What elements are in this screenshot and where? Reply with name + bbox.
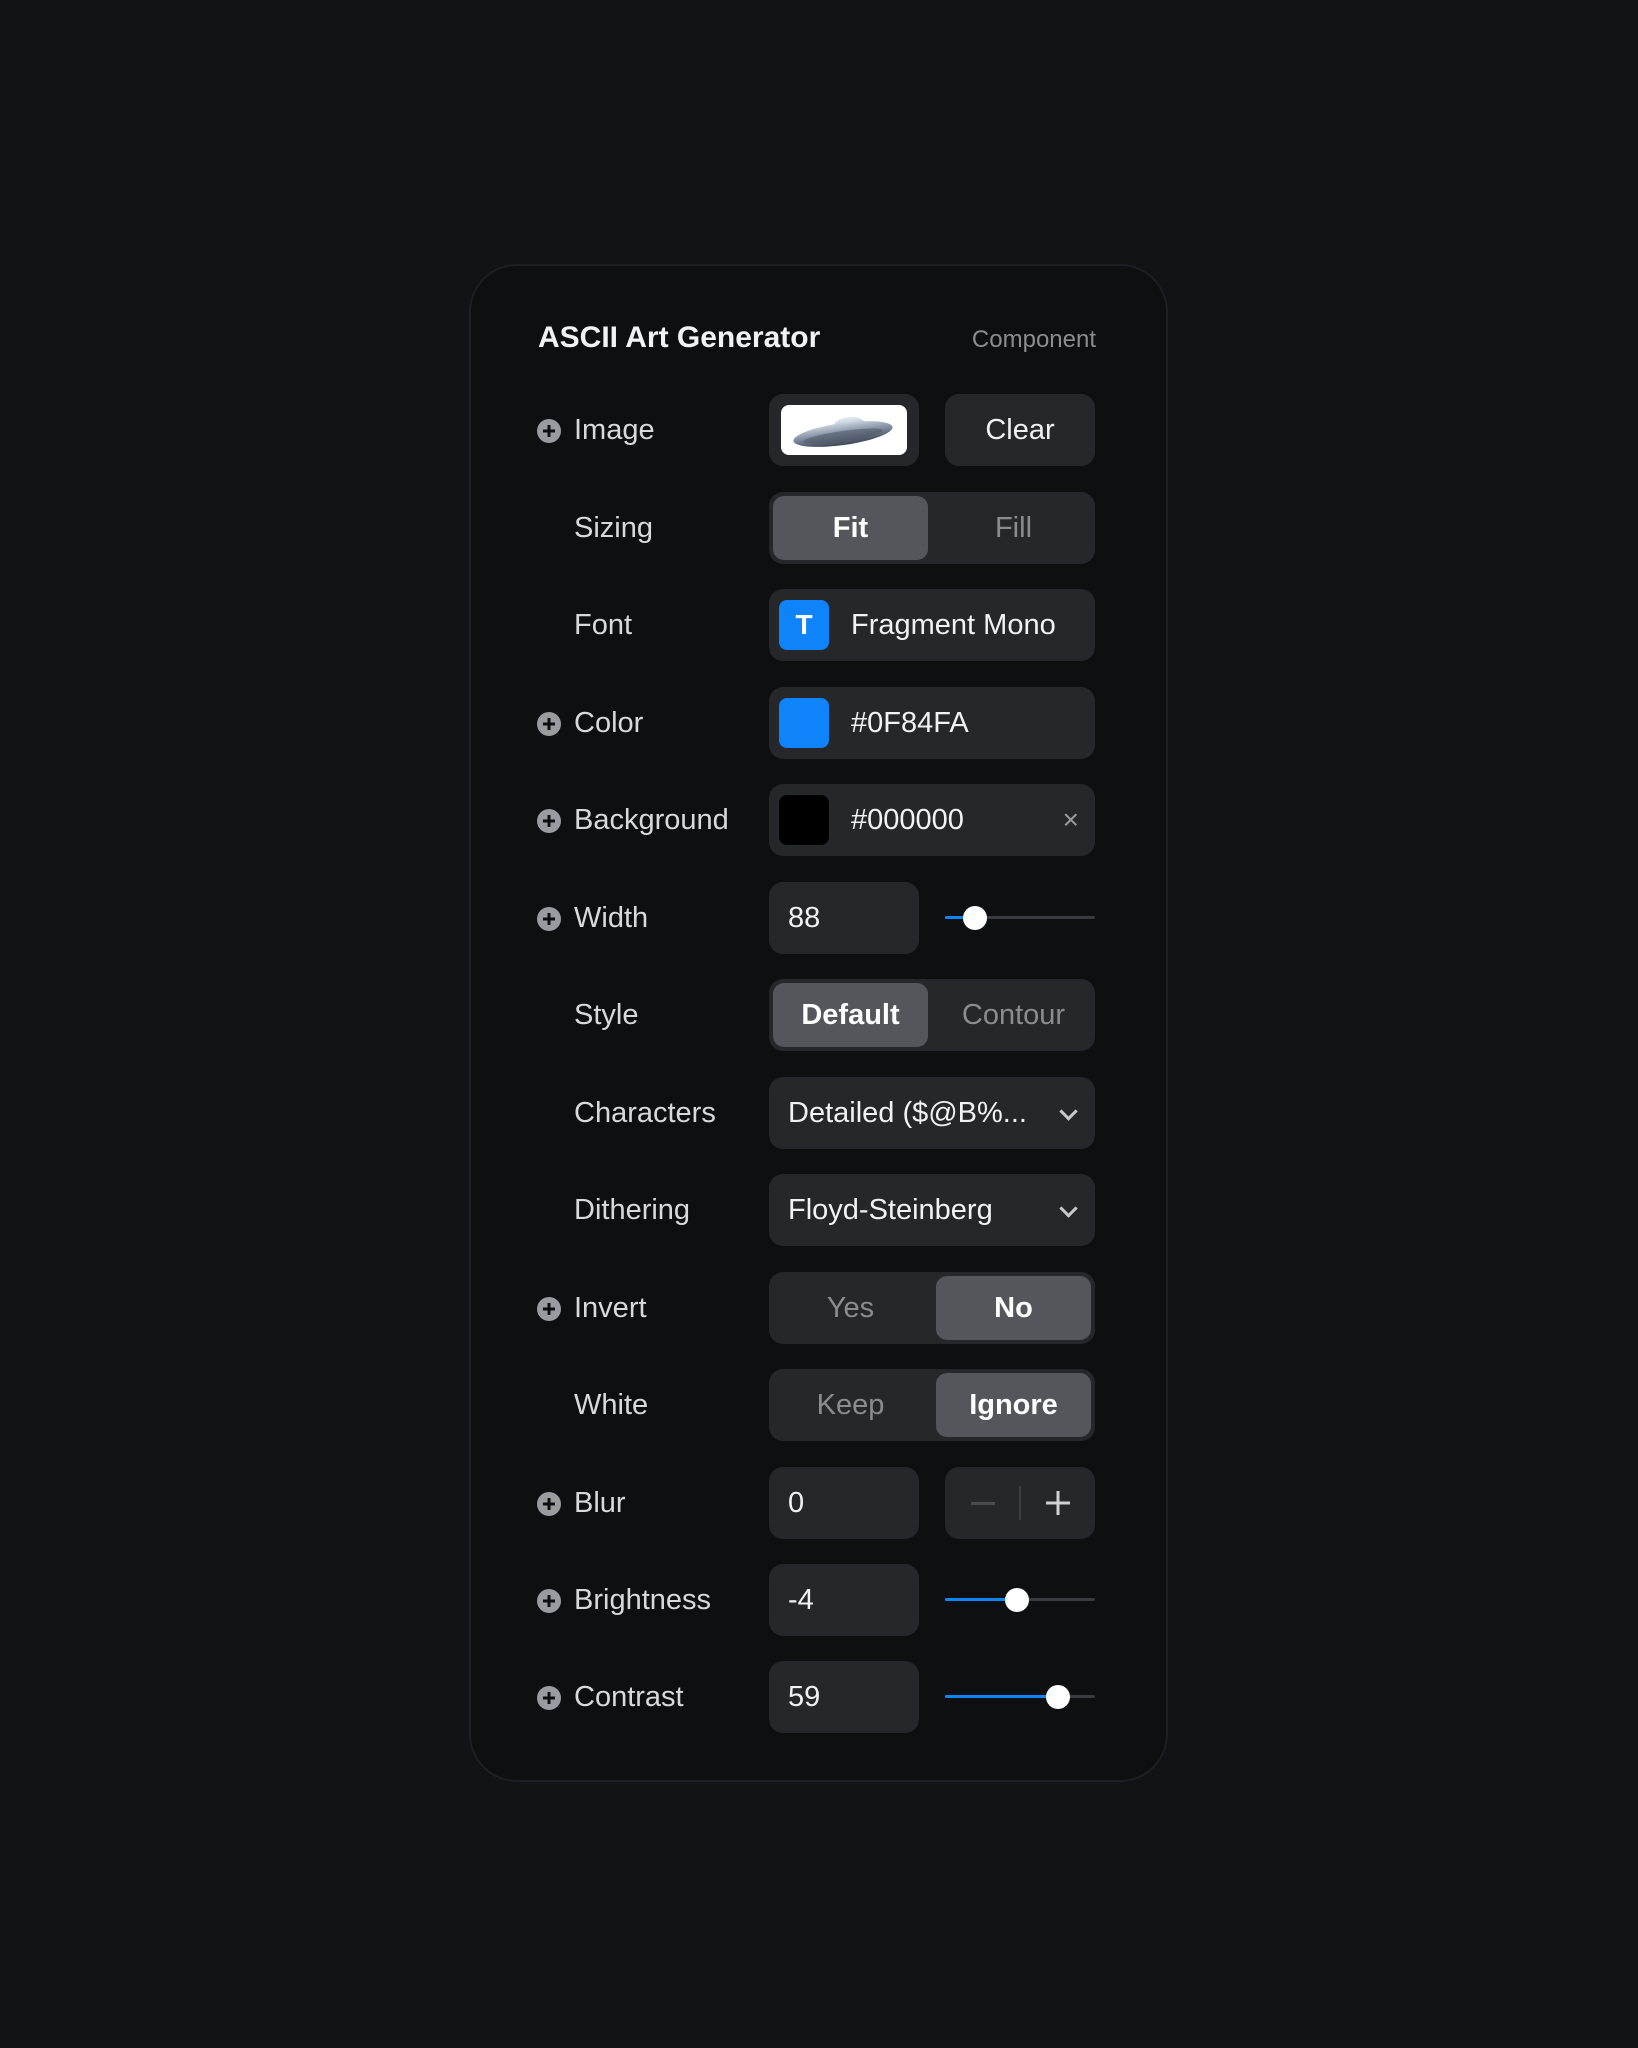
contrast-row: Contrast 59 bbox=[0, 1661, 1638, 1733]
sizing-row: Sizing Fit Fill bbox=[0, 492, 1638, 564]
add-blur-icon[interactable] bbox=[537, 1492, 561, 1516]
contrast-input[interactable]: 59 bbox=[769, 1661, 919, 1733]
add-width-icon[interactable] bbox=[537, 907, 561, 931]
color-hex-value: #0F84FA bbox=[851, 707, 969, 739]
dithering-label: Dithering bbox=[574, 1194, 691, 1226]
component-label: Component bbox=[971, 326, 1096, 353]
style-segmented-control: Default Contour bbox=[769, 979, 1095, 1051]
slider-thumb[interactable] bbox=[1046, 1685, 1071, 1709]
dithering-select[interactable]: Floyd-Steinberg bbox=[769, 1174, 1095, 1246]
white-option-ignore[interactable]: Ignore bbox=[936, 1373, 1091, 1437]
width-input[interactable]: 88 bbox=[769, 882, 919, 954]
sizing-option-fit[interactable]: Fit bbox=[773, 496, 928, 560]
add-invert-icon[interactable] bbox=[537, 1297, 561, 1321]
brightness-value: -4 bbox=[788, 1584, 814, 1616]
background-swatch[interactable] bbox=[779, 795, 829, 845]
add-brightness-icon[interactable] bbox=[537, 1589, 561, 1613]
image-label: Image bbox=[574, 414, 655, 446]
add-color-icon[interactable] bbox=[537, 712, 561, 736]
invert-label: Invert bbox=[574, 1292, 647, 1324]
invert-option-yes[interactable]: Yes bbox=[773, 1276, 928, 1340]
brightness-label: Brightness bbox=[574, 1584, 712, 1616]
width-label: Width bbox=[574, 902, 649, 934]
add-background-icon[interactable] bbox=[537, 809, 561, 833]
image-row: Image Clear bbox=[0, 394, 1638, 466]
font-type-icon: T bbox=[779, 600, 829, 650]
clear-button-label: Clear bbox=[985, 414, 1055, 446]
panel-title: ASCII Art Generator bbox=[538, 321, 821, 354]
sizing-option-fill[interactable]: Fill bbox=[936, 496, 1091, 560]
background-field[interactable]: #000000 × bbox=[769, 784, 1095, 856]
clear-background-icon[interactable]: × bbox=[1063, 784, 1079, 856]
width-row: Width 88 bbox=[0, 882, 1638, 954]
color-label: Color bbox=[574, 707, 644, 739]
plus-icon[interactable] bbox=[1021, 1467, 1095, 1539]
contrast-label: Contrast bbox=[574, 1681, 684, 1713]
blur-label: Blur bbox=[574, 1487, 626, 1519]
white-row: White Keep Ignore bbox=[0, 1369, 1638, 1441]
background-row: Background #000000 × bbox=[0, 784, 1638, 856]
style-label: Style bbox=[574, 999, 639, 1031]
slider-thumb[interactable] bbox=[963, 906, 987, 930]
blur-value: 0 bbox=[788, 1487, 805, 1519]
color-row: Color #0F84FA bbox=[0, 687, 1638, 759]
characters-select[interactable]: Detailed ($@B%... bbox=[769, 1077, 1095, 1149]
add-image-icon[interactable] bbox=[537, 419, 561, 443]
invert-segmented-control: Yes No bbox=[769, 1272, 1095, 1344]
add-contrast-icon[interactable] bbox=[537, 1686, 561, 1710]
blur-input[interactable]: 0 bbox=[769, 1467, 919, 1539]
brightness-row: Brightness -4 bbox=[0, 1564, 1638, 1636]
background-label: Background bbox=[574, 804, 729, 836]
characters-selected-value: Detailed ($@B%... bbox=[788, 1097, 1027, 1129]
font-label: Font bbox=[574, 609, 633, 641]
white-option-keep[interactable]: Keep bbox=[773, 1373, 928, 1437]
style-option-contour[interactable]: Contour bbox=[936, 983, 1091, 1047]
slider-thumb[interactable] bbox=[1005, 1588, 1029, 1612]
invert-row: Invert Yes No bbox=[0, 1272, 1638, 1344]
contrast-value: 59 bbox=[788, 1681, 821, 1713]
brightness-input[interactable]: -4 bbox=[769, 1564, 919, 1636]
white-label: White bbox=[574, 1389, 649, 1421]
width-value: 88 bbox=[788, 902, 821, 934]
dithering-selected-value: Floyd-Steinberg bbox=[788, 1194, 993, 1226]
sizing-segmented-control: Fit Fill bbox=[769, 492, 1095, 564]
font-picker[interactable]: T Fragment Mono bbox=[769, 589, 1095, 661]
minus-icon[interactable] bbox=[945, 1467, 1019, 1539]
invert-option-no[interactable]: No bbox=[936, 1276, 1091, 1340]
sizing-label: Sizing bbox=[574, 512, 653, 544]
font-name: Fragment Mono bbox=[851, 609, 1056, 641]
background-hex-value: #000000 bbox=[851, 804, 964, 836]
font-row: Font T Fragment Mono bbox=[0, 589, 1638, 661]
clear-image-button[interactable]: Clear bbox=[945, 394, 1095, 466]
chevron-down-icon bbox=[1059, 1199, 1078, 1218]
image-picker-button[interactable] bbox=[769, 394, 919, 466]
style-row: Style Default Contour bbox=[0, 979, 1638, 1051]
dithering-row: Dithering Floyd-Steinberg bbox=[0, 1174, 1638, 1246]
color-swatch[interactable] bbox=[779, 698, 829, 748]
contrast-slider[interactable] bbox=[945, 1661, 1095, 1733]
brightness-slider[interactable] bbox=[945, 1564, 1095, 1636]
slider-fill bbox=[945, 1695, 1059, 1698]
white-segmented-control: Keep Ignore bbox=[769, 1369, 1095, 1441]
width-slider[interactable] bbox=[945, 882, 1095, 954]
blur-stepper bbox=[945, 1467, 1095, 1539]
chevron-down-icon bbox=[1059, 1102, 1078, 1121]
color-field[interactable]: #0F84FA bbox=[769, 687, 1095, 759]
ufo-image-icon bbox=[781, 405, 907, 455]
style-option-default[interactable]: Default bbox=[773, 983, 928, 1047]
blur-row: Blur 0 bbox=[0, 1467, 1638, 1539]
characters-label: Characters bbox=[574, 1097, 716, 1129]
characters-row: Characters Detailed ($@B%... bbox=[0, 1077, 1638, 1149]
